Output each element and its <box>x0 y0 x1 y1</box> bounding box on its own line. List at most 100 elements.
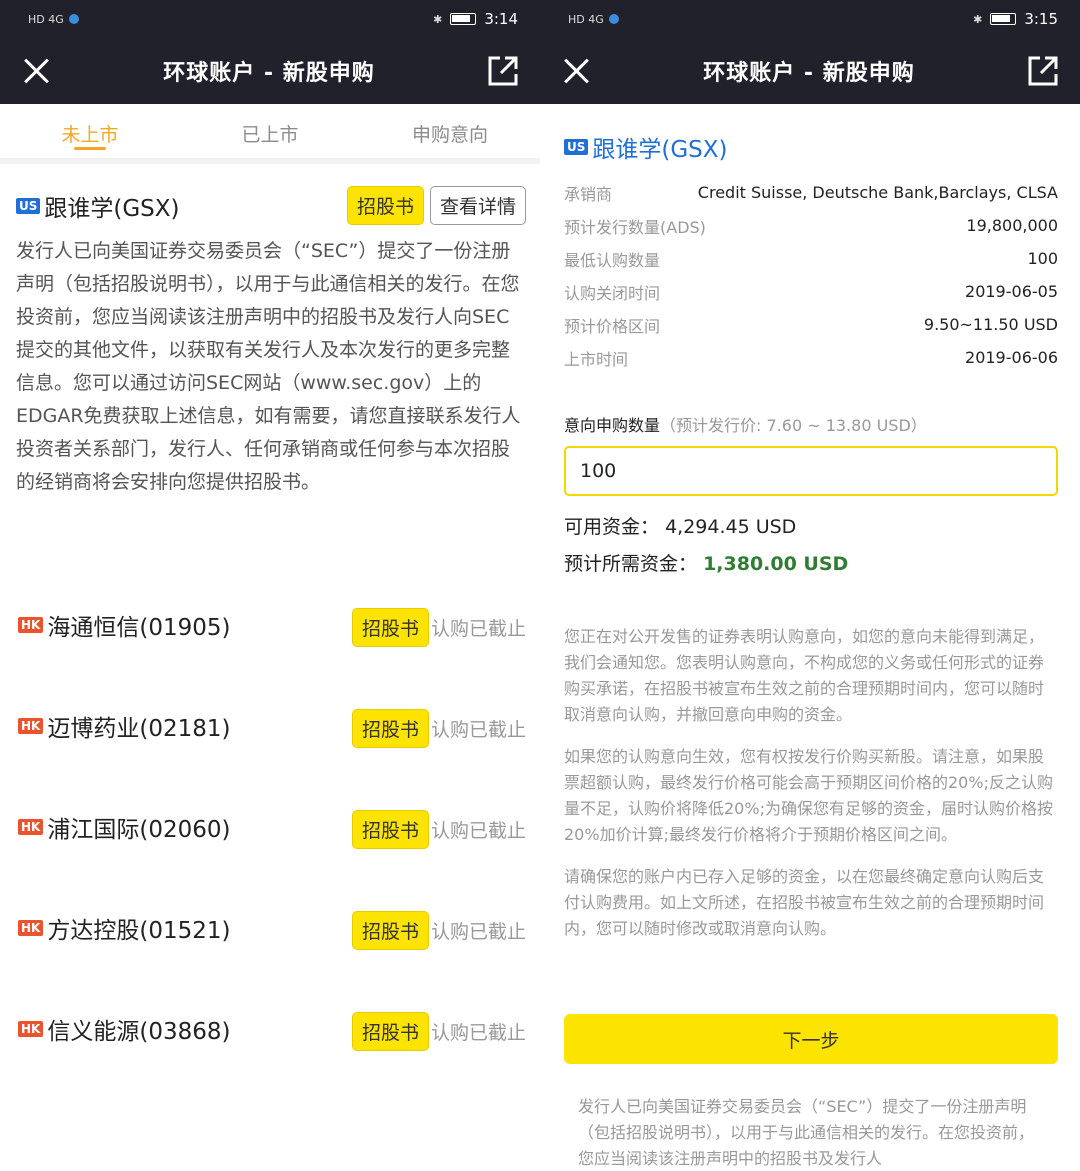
tab-intent[interactable]: 申购意向 <box>360 104 540 158</box>
stock-name: HK 信义能源(03868) <box>18 1012 230 1046</box>
status-bar: HD 4G ✱ 3:14 <box>0 0 540 38</box>
stock-label: 海通恒信(01905) <box>47 615 231 641</box>
stock-title-label: 跟谁学(GSX) <box>592 137 728 163</box>
required-funds-value: 1,380.00 USD <box>703 553 849 575</box>
featured-disclaimer: 发行人已向美国证券交易委员会（“SEC”）提交了一份注册声明（包括招股说明书），… <box>16 240 521 493</box>
app-notification-icon <box>68 14 79 24</box>
network-icons: HD 4G <box>28 12 64 26</box>
list-item[interactable]: HK 海通恒信(01905) 招股书 认购已截止 <box>0 596 540 697</box>
list-item[interactable]: HK 迈博药业(02181) 招股书 认购已截止 <box>0 697 540 798</box>
intent-label-text: 意向申购数量 <box>564 416 661 435</box>
info-key: 预计发行数量(ADS) <box>564 217 706 237</box>
subscription-status: 认购已截止 <box>430 820 526 842</box>
close-icon[interactable] <box>560 55 592 87</box>
stock-actions: 招股书 认购已截止 <box>351 810 526 849</box>
status-left: HD 4G <box>28 13 79 26</box>
featured-actions: 招股书 查看详情 <box>346 186 526 225</box>
info-key: 上市时间 <box>564 349 629 369</box>
tab-unlisted[interactable]: 未上市 <box>0 104 180 158</box>
hk-market-badge: HK <box>18 718 44 734</box>
info-value: 2019-06-06 <box>965 348 1058 367</box>
prospectus-button[interactable]: 招股书 <box>346 186 424 225</box>
quantity-input[interactable]: 100 <box>564 446 1058 496</box>
status-left: HD 4G <box>568 13 619 26</box>
prospectus-button[interactable]: 招股书 <box>351 1012 429 1051</box>
stock-name: HK 迈博药业(02181) <box>18 709 230 743</box>
stock-actions: 招股书 认购已截止 <box>351 608 526 647</box>
info-row: 上市时间 2019-06-06 <box>564 341 1058 374</box>
stock-name: HK 方达控股(01521) <box>18 911 230 945</box>
status-right: ✱ 3:15 <box>973 10 1058 28</box>
intent-quantity-label: 意向申购数量（预计发行价: 7.60 ~ 13.80 USD） <box>540 374 1080 436</box>
subscription-status: 认购已截止 <box>430 719 526 741</box>
info-value: 19,800,000 <box>966 216 1058 235</box>
stock-title: US 跟谁学(GSX) <box>540 104 1080 164</box>
status-time: 3:14 <box>484 10 518 28</box>
left-screen: HD 4G ✱ 3:14 环球账户 - 新股申购 未上市 已上市 申购意向 US <box>0 0 540 1171</box>
prospectus-button[interactable]: 招股书 <box>351 709 429 748</box>
bluetooth-icon: ✱ <box>433 12 443 26</box>
hk-market-badge: HK <box>18 617 44 633</box>
close-icon[interactable] <box>20 55 52 87</box>
nav-bar: 环球账户 - 新股申购 <box>0 38 540 104</box>
info-key: 最低认购数量 <box>564 250 661 270</box>
notice-paragraph: 您正在对公开发售的证券表明认购意向，如您的意向未能得到满足，我们会通知您。您表明… <box>564 627 1045 724</box>
share-icon[interactable] <box>486 54 520 88</box>
prospectus-button[interactable]: 招股书 <box>351 810 429 849</box>
featured-stock-row: US 跟谁学(GSX) 招股书 查看详情 <box>0 164 540 225</box>
us-market-badge: US <box>16 197 41 214</box>
bluetooth-icon: ✱ <box>973 12 983 26</box>
screenshot-wrap: HD 4G ✱ 3:14 环球账户 - 新股申购 未上市 已上市 申购意向 US <box>0 0 1080 1171</box>
tab-listed[interactable]: 已上市 <box>180 104 360 158</box>
ipo-info-table: 承销商 Credit Suisse, Deutsche Bank,Barclay… <box>540 164 1080 374</box>
right-screen: HD 4G ✱ 3:15 环球账户 - 新股申购 US 跟谁学(GSX) 承销商… <box>540 0 1080 1171</box>
info-row: 承销商 Credit Suisse, Deutsche Bank,Barclay… <box>564 176 1058 209</box>
info-value: 9.50~11.50 USD <box>923 315 1058 334</box>
available-funds: 可用资金： 4,294.45 USD <box>540 496 1080 539</box>
info-row: 认购关闭时间 2019-06-05 <box>564 275 1058 308</box>
stock-name: HK 海通恒信(01905) <box>18 608 230 642</box>
battery-icon <box>990 13 1017 25</box>
stock-name: HK 浦江国际(02060) <box>18 810 230 844</box>
subscription-status: 认购已截止 <box>430 921 526 943</box>
info-key: 认购关闭时间 <box>564 283 661 303</box>
info-value: 2019-06-05 <box>965 282 1058 301</box>
bottom-disclaimer: 发行人已向美国证券交易委员会（“SEC”）提交了一份注册声明（包括招股说明书），… <box>578 1097 1035 1168</box>
stock-label: 迈博药业(02181) <box>47 716 231 742</box>
notice-paragraph: 请确保您的账户内已存入足够的资金，以在您最终确定意向认购后支付认购费用。如上文所… <box>564 867 1045 938</box>
featured-stock-name[interactable]: US 跟谁学(GSX) <box>16 189 180 223</box>
nav-bar: 环球账户 - 新股申购 <box>540 38 1080 104</box>
info-key: 预计价格区间 <box>564 316 661 336</box>
us-market-badge: US <box>564 139 589 155</box>
available-funds-label: 可用资金： <box>564 516 660 538</box>
battery-icon <box>450 13 477 25</box>
status-time: 3:15 <box>1024 10 1058 28</box>
notice-paragraph: 如果您的认购意向生效，您有权按发行价购买新股。请注意，如果股票超额认购，最终发行… <box>564 747 1053 844</box>
list-item[interactable]: HK 信义能源(03868) 招股书 认购已截止 <box>0 1000 540 1101</box>
info-row: 最低认购数量 100 <box>564 242 1058 275</box>
prospectus-button[interactable]: 招股书 <box>351 911 429 950</box>
stock-label: 信义能源(03868) <box>47 1019 231 1045</box>
status-bar: HD 4G ✱ 3:15 <box>540 0 1080 38</box>
stock-label: 方达控股(01521) <box>47 918 231 944</box>
prospectus-button[interactable]: 招股书 <box>351 608 429 647</box>
next-step-button[interactable]: 下一步 <box>564 1014 1058 1064</box>
info-value: 100 <box>1027 249 1058 268</box>
stock-actions: 招股书 认购已截止 <box>351 709 526 748</box>
status-right: ✱ 3:14 <box>433 10 518 28</box>
info-value: Credit Suisse, Deutsche Bank,Barclays, C… <box>697 183 1058 202</box>
subscription-status: 认购已截止 <box>430 1022 526 1044</box>
stock-actions: 招股书 认购已截止 <box>351 911 526 950</box>
list-item[interactable]: HK 浦江国际(02060) 招股书 认购已截止 <box>0 798 540 899</box>
list-item[interactable]: HK 方达控股(01521) 招股书 认购已截止 <box>0 899 540 1000</box>
intent-price-hint: （预计发行价: 7.60 ~ 13.80 USD） <box>660 416 927 435</box>
hk-stock-list: HK 海通恒信(01905) 招股书 认购已截止 HK 迈博药业(02181) … <box>0 596 540 1101</box>
featured-stock-label: 跟谁学(GSX) <box>44 195 180 222</box>
view-details-button[interactable]: 查看详情 <box>429 186 526 225</box>
available-funds-value: 4,294.45 USD <box>665 516 797 538</box>
subscription-status: 认购已截止 <box>430 618 526 640</box>
info-row: 预计发行数量(ADS) 19,800,000 <box>564 209 1058 242</box>
share-icon[interactable] <box>1026 54 1060 88</box>
required-funds: 预计所需资金： 1,380.00 USD <box>540 539 1080 576</box>
required-funds-label: 预计所需资金： <box>564 553 698 575</box>
